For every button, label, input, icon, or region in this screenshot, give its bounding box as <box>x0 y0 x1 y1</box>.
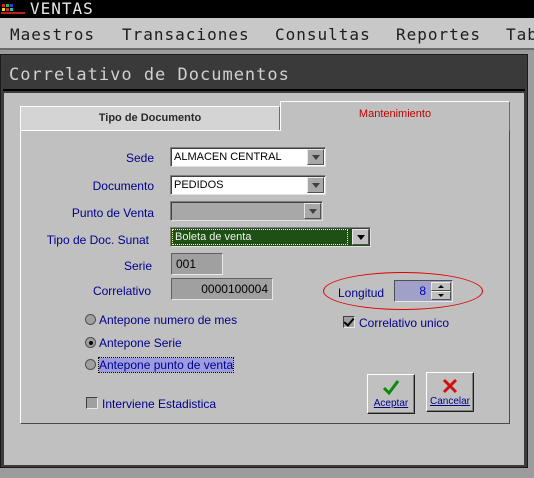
menu-tablas[interactable]: Tab <box>506 25 534 44</box>
longitud-value: 8 <box>419 284 426 298</box>
tipo-doc-sunat-value: Boleta de venta <box>172 229 348 245</box>
documento-value: PEDIDOS <box>174 179 224 191</box>
check-interviene-estadistica-label: Interviene Estadistica <box>102 397 217 411</box>
menu-transaciones[interactable]: Transaciones <box>122 25 250 44</box>
longitud-down-icon[interactable] <box>431 291 451 300</box>
punto-venta-select[interactable] <box>170 201 323 221</box>
documento-label: Documento <box>92 179 154 193</box>
tipo-doc-sunat-dropdown-icon[interactable] <box>352 229 369 245</box>
serie-value: 001 <box>176 257 197 271</box>
tab-mantenimiento[interactable]: Mantenimiento <box>280 101 510 131</box>
longitud-spinner[interactable]: 8 <box>394 280 453 302</box>
menu-consultas[interactable]: Consultas <box>275 25 371 44</box>
dialog-titlebar[interactable]: Correlativo de Documentos <box>3 57 525 91</box>
longitud-up-icon[interactable] <box>431 282 451 291</box>
check-correlativo-unico-label: Correlativo unico <box>359 316 450 330</box>
tipo-doc-sunat-label: Tipo de Doc. Sunat <box>46 233 149 247</box>
tab-tipo-documento[interactable]: Tipo de Documento <box>20 106 280 130</box>
radio-antepone-mes-label: Antepone numero de mes <box>99 313 238 327</box>
app-logo-icon <box>1 4 25 14</box>
menu-maestros[interactable]: Maestros <box>10 25 95 44</box>
tipo-doc-sunat-select[interactable]: Boleta de venta <box>170 227 371 247</box>
radio-antepone-serie-label: Antepone Serie <box>99 336 182 350</box>
sede-label: Sede <box>125 151 154 165</box>
radio-antepone-punto-label: Antepone punto de venta <box>97 357 235 373</box>
aceptar-label: Aceptar <box>373 398 409 409</box>
punto-venta-dropdown-icon[interactable] <box>304 203 321 219</box>
app-titlebar: VENTAS <box>0 0 534 18</box>
serie-label: Serie <box>123 259 152 273</box>
serie-field[interactable]: 001 <box>171 253 223 275</box>
dialog-correlativo: Correlativo de Documentos Tipo de Docume… <box>0 54 528 468</box>
correlativo-field[interactable]: 0000100004 <box>171 278 273 300</box>
longitud-label: Longitud <box>338 286 385 300</box>
radio-antepone-mes-dot[interactable] <box>85 314 96 325</box>
dialog-title: Correlativo de Documentos <box>9 65 290 85</box>
menubar: Maestros Transaciones Consultas Reportes… <box>0 18 534 50</box>
aceptar-button[interactable]: Aceptar <box>367 374 415 414</box>
punto-venta-label: Punto de Venta <box>71 206 154 220</box>
app-title: VENTAS <box>30 0 94 18</box>
radio-antepone-punto-dot[interactable] <box>85 359 96 370</box>
dialog-client: Tipo de Documento Mantenimiento Sede ALM… <box>4 93 524 465</box>
sede-value: ALMACEN CENTRAL <box>174 151 282 163</box>
check-interviene-estadistica-box[interactable] <box>86 397 98 409</box>
correlativo-value: 0000100004 <box>201 282 268 296</box>
checkmark-icon <box>382 380 400 396</box>
cancel-x-icon <box>442 378 458 394</box>
cancelar-label: Cancelar <box>429 396 471 407</box>
check-correlativo-unico-box[interactable] <box>343 316 355 328</box>
cancelar-button[interactable]: Cancelar <box>426 372 474 412</box>
correlativo-label: Correlativo <box>92 284 151 298</box>
sede-select[interactable]: ALMACEN CENTRAL <box>170 147 326 167</box>
sede-dropdown-icon[interactable] <box>307 149 324 165</box>
documento-select[interactable]: PEDIDOS <box>170 175 326 195</box>
menu-reportes[interactable]: Reportes <box>396 25 481 44</box>
radio-antepone-serie-dot[interactable] <box>85 337 96 348</box>
documento-dropdown-icon[interactable] <box>307 177 324 193</box>
